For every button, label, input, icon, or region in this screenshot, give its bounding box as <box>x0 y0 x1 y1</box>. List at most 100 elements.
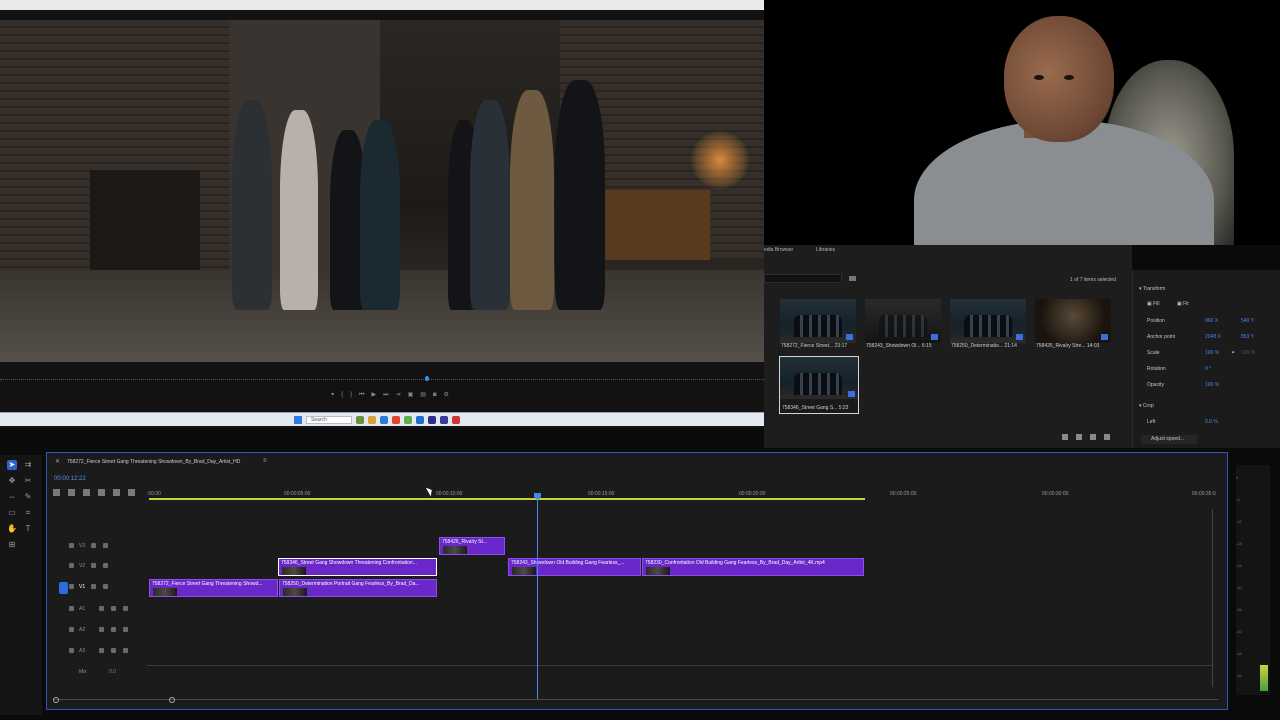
trash-icon[interactable] <box>1104 434 1110 440</box>
play-icon[interactable]: ▶ <box>372 392 377 398</box>
position-y-value[interactable]: 540 Y <box>1241 318 1254 324</box>
opacity-value[interactable]: 100 % <box>1205 382 1219 388</box>
program-video-frame[interactable] <box>0 20 764 362</box>
close-tab-icon[interactable]: ✕ <box>55 458 60 465</box>
project-item-selected[interactable]: 758346_Street Gang S... 5:23 <box>779 356 859 414</box>
lock-icon[interactable] <box>69 543 74 548</box>
link-icon[interactable]: ⚭ <box>1231 350 1235 356</box>
ripple-edit-icon[interactable]: ✥ <box>7 476 17 486</box>
freeform-view-icon[interactable] <box>1090 434 1096 440</box>
anchor-y-value[interactable]: 853 Y <box>1241 334 1254 340</box>
clip-v2-confrontation[interactable]: 758230_Confrontation Old Building Gang F… <box>642 558 864 576</box>
program-scrub-bar[interactable] <box>0 376 764 384</box>
step-back-icon[interactable]: ⏮ <box>359 392 364 398</box>
linked-selection-icon[interactable] <box>83 489 90 496</box>
premiere-icon[interactable] <box>428 416 436 424</box>
settings-icon[interactable]: ⚙ <box>444 392 449 398</box>
solo-icon[interactable] <box>111 648 116 653</box>
selection-tool-icon[interactable]: ➤ <box>7 460 17 470</box>
clip-v3-rivalry[interactable]: 758426_Rivalry St... <box>439 537 505 555</box>
lock-icon[interactable] <box>69 563 74 568</box>
mark-out-icon[interactable]: { <box>341 392 343 398</box>
scale-value[interactable]: 100 % <box>1205 350 1219 356</box>
sync-lock-icon[interactable] <box>91 563 96 568</box>
scrollbar-start-handle[interactable] <box>53 697 59 703</box>
crop-left-value[interactable]: 0.0 % <box>1205 419 1218 425</box>
rotation-value[interactable]: 0 ° <box>1205 366 1211 372</box>
clip-v1-fierce[interactable]: 758272_Fierce Street Gang Threatening Sh… <box>149 579 278 597</box>
file-explorer-icon[interactable] <box>368 416 376 424</box>
fit-toggle[interactable]: ▣ Fit <box>1177 301 1189 307</box>
app-icon[interactable] <box>404 416 412 424</box>
caption-tool-icon[interactable]: ⊞ <box>7 540 17 550</box>
tab-media-browser[interactable]: edia Browser <box>764 247 793 253</box>
pen-tool-icon[interactable]: ✎ <box>23 492 33 502</box>
lock-icon[interactable] <box>69 648 74 653</box>
type-tool-icon[interactable]: T <box>23 524 33 534</box>
new-item-icon[interactable] <box>1076 434 1082 440</box>
eye-icon[interactable] <box>103 543 108 548</box>
microphone-icon[interactable] <box>123 627 128 632</box>
project-item[interactable] <box>780 299 856 343</box>
microphone-icon[interactable] <box>123 606 128 611</box>
insert-icon[interactable]: ▣ <box>408 392 414 398</box>
add-marker-icon[interactable] <box>98 489 105 496</box>
program-playhead[interactable] <box>425 376 429 381</box>
app-icon[interactable] <box>416 416 424 424</box>
clip-v1-determination[interactable]: 758250_Determination Portrait Gang Fearl… <box>279 579 437 597</box>
app-icon[interactable] <box>440 416 448 424</box>
position-x-value[interactable]: 960 X <box>1205 318 1218 324</box>
project-search-input[interactable] <box>764 274 842 283</box>
nest-icon[interactable] <box>53 489 60 496</box>
horizontal-scrollbar[interactable] <box>53 697 1218 703</box>
rectangle-tool-icon[interactable]: ▭ <box>7 508 17 518</box>
new-bin-icon[interactable] <box>1062 434 1068 440</box>
solo-icon[interactable] <box>111 606 116 611</box>
export-frame-icon[interactable]: ◙ <box>433 392 437 398</box>
sequence-tab[interactable]: 758272_Fierce Street Gang Threatening Sh… <box>67 459 240 465</box>
eye-icon[interactable] <box>103 563 108 568</box>
windows-start-icon[interactable] <box>294 416 302 424</box>
wrench-icon[interactable] <box>113 489 120 496</box>
scrollbar-end-handle[interactable] <box>169 697 175 703</box>
solo-icon[interactable] <box>111 627 116 632</box>
vertical-scrollbar[interactable] <box>1212 509 1213 687</box>
mark-in-icon[interactable]: ▾ <box>331 392 334 398</box>
crop-section-header[interactable]: ▾ Crop <box>1139 403 1154 409</box>
project-item[interactable] <box>865 299 941 343</box>
slip-tool-icon[interactable]: ⇔ <box>7 492 17 502</box>
transform-section-header[interactable]: ▾ Transform <box>1139 286 1165 292</box>
tab-libraries[interactable]: Libraries <box>816 247 835 253</box>
snap-icon[interactable] <box>68 489 75 496</box>
overwrite-icon[interactable]: ▤ <box>420 392 426 398</box>
playhead-handle[interactable] <box>534 493 541 499</box>
adjust-speed-button[interactable]: Adjust speed... <box>1141 435 1197 444</box>
taskbar-search-input[interactable]: Search <box>306 416 352 424</box>
microphone-icon[interactable] <box>123 648 128 653</box>
app-icon[interactable] <box>452 416 460 424</box>
lock-icon[interactable] <box>69 584 74 589</box>
crop-tool-icon[interactable]: ⌗ <box>23 508 33 518</box>
project-item[interactable] <box>1035 299 1111 343</box>
new-bin-icon[interactable] <box>849 276 856 281</box>
step-forward-icon[interactable]: ⏭ <box>383 392 388 398</box>
project-item[interactable] <box>950 299 1026 343</box>
app-icon[interactable] <box>392 416 400 424</box>
clip-v2-showdown[interactable]: 758243_Showdown Old Building Gang Fearle… <box>508 558 641 576</box>
go-in-icon[interactable]: } <box>350 392 352 398</box>
app-icon[interactable] <box>356 416 364 424</box>
sync-lock-icon[interactable] <box>91 584 96 589</box>
hand-tool-icon[interactable]: ✋ <box>7 524 17 534</box>
track-select-icon[interactable]: ⇉ <box>23 460 33 470</box>
clip-v2-street[interactable]: 758346_Street Gang Showdown Threatening … <box>278 558 437 576</box>
mute-icon[interactable] <box>99 648 104 653</box>
menu-icon[interactable]: ≡ <box>263 458 267 464</box>
sync-lock-icon[interactable] <box>91 543 96 548</box>
eye-icon[interactable] <box>103 584 108 589</box>
anchor-x-value[interactable]: 2048 X <box>1205 334 1221 340</box>
browser-icon[interactable] <box>380 416 388 424</box>
work-area-bar[interactable] <box>149 498 865 500</box>
mix-value[interactable]: 0.0 <box>109 669 116 675</box>
lock-icon[interactable] <box>69 606 74 611</box>
mute-icon[interactable] <box>99 627 104 632</box>
